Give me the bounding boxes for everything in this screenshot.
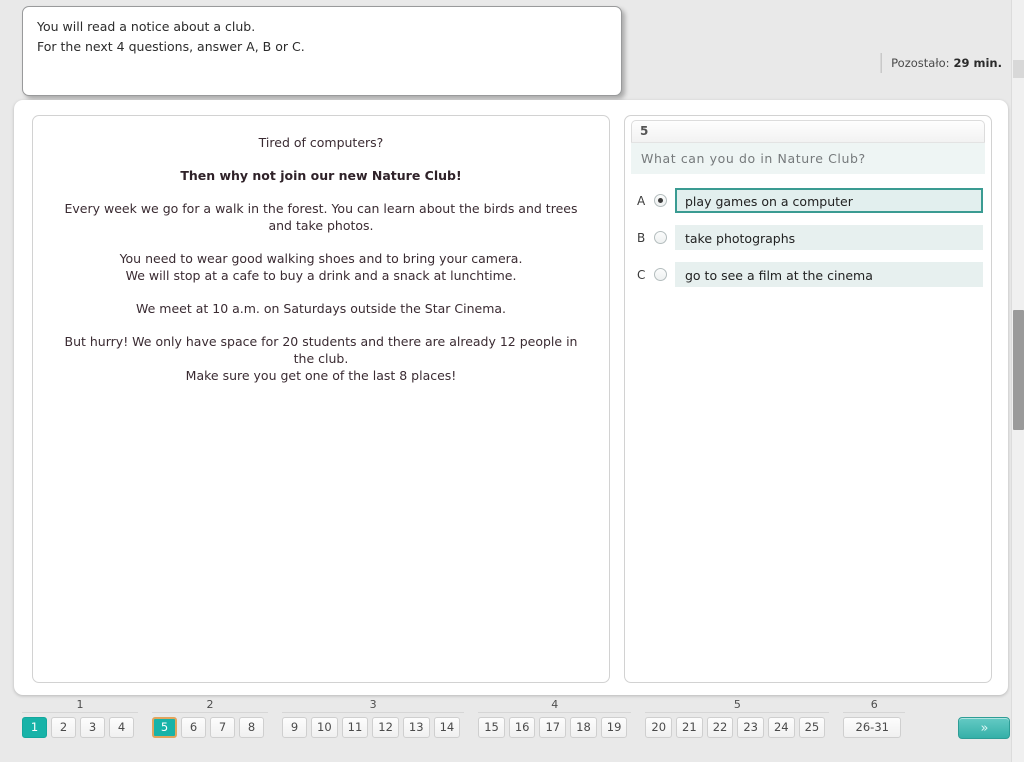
timer-divider — [880, 53, 883, 73]
passage-paragraph: Tired of computers? — [258, 135, 384, 150]
option-text[interactable]: play games on a computer — [675, 188, 983, 213]
question-navigation-bar: 1 1 2 3 4 2 5 6 7 8 3 9 10 11 12 13 14 4 15 16 17 18 19 5 20 21 22… — [0, 698, 1024, 762]
nav-question-button-8[interactable]: 8 — [239, 717, 264, 738]
nav-question-button-1[interactable]: 1 — [22, 717, 47, 738]
passage-paragraph: Every week we go for a walk in the fores… — [64, 201, 578, 233]
answer-option-c[interactable]: Cgo to see a film at the cinema — [631, 262, 983, 287]
option-letter: B — [637, 230, 646, 245]
timer-label: Pozostało: — [891, 56, 950, 70]
nav-question-button-5[interactable]: 5 — [152, 717, 177, 738]
nav-group-4: 4 15 16 17 18 19 — [478, 698, 632, 738]
option-letter: A — [637, 193, 646, 208]
timer: Pozostało: 29 min. — [880, 52, 1002, 74]
nav-group-buttons: 9 10 11 12 13 14 — [282, 717, 464, 738]
nav-group-label: 3 — [369, 698, 377, 711]
instruction-box: You will read a notice about a club. For… — [22, 6, 622, 96]
nav-groups: 1 1 2 3 4 2 5 6 7 8 3 9 10 11 12 13 14 4 15 16 17 18 19 5 20 21 22… — [22, 698, 919, 738]
nav-question-button-24[interactable]: 24 — [767, 717, 795, 738]
nav-group-1: 11234 — [22, 698, 138, 738]
nav-question-button-12[interactable]: 12 — [372, 717, 399, 738]
nav-question-button-7[interactable]: 7 — [210, 717, 235, 738]
instruction-line-1: You will read a notice about a club. — [37, 19, 256, 34]
question-panel: 5 What can you do in Nature Club? Aplay … — [624, 115, 992, 683]
nav-group-rule — [282, 712, 465, 713]
radio-button-icon[interactable] — [654, 194, 667, 207]
answer-option-b[interactable]: Btake photographs — [631, 225, 983, 250]
main-content-card: Tired of computers? Then why not join our… — [14, 100, 1008, 695]
question-number: 5 — [640, 124, 649, 138]
nav-question-button-20[interactable]: 20 — [645, 717, 673, 738]
reading-passage-panel: Tired of computers? Then why not join our… — [32, 115, 610, 683]
nav-question-button-23[interactable]: 23 — [737, 717, 764, 738]
nav-question-button-9[interactable]: 9 — [282, 717, 307, 738]
nav-question-button-16[interactable]: 16 — [508, 717, 536, 738]
nav-group-label: 5 — [733, 698, 741, 711]
nav-question-button-25[interactable]: 25 — [798, 717, 826, 738]
question-stem: What can you do in Nature Club? — [631, 142, 985, 174]
question-number-bar: 5 — [631, 120, 985, 142]
passage-paragraph: Then why not join our new Nature Club! — [180, 168, 462, 183]
nav-question-button-18[interactable]: 18 — [570, 717, 597, 738]
nav-group-6: 6 26-31 — [843, 698, 906, 738]
nav-question-button-17[interactable]: 17 — [539, 717, 567, 738]
instruction-line-2: For the next 4 questions, answer A, B or… — [37, 39, 305, 54]
scrollbar-track-marker — [1013, 60, 1024, 78]
nav-group-buttons: 26-31 — [843, 717, 905, 738]
nav-question-button-11[interactable]: 11 — [341, 717, 369, 738]
radio-button-icon[interactable] — [654, 268, 667, 281]
nav-group-rule — [478, 712, 632, 713]
nav-group-rule — [152, 712, 268, 713]
nav-question-button-2[interactable]: 2 — [51, 717, 76, 738]
radio-button-icon[interactable] — [654, 231, 667, 244]
nav-group-5: 5 20 21 22 23 24 25 — [645, 698, 830, 738]
double-chevron-right-icon: » — [980, 720, 989, 736]
nav-group-buttons: 20 21 22 23 24 25 — [645, 717, 829, 738]
nav-group-buttons: 5678 — [152, 717, 268, 738]
page-scrollbar[interactable] — [1011, 0, 1024, 762]
nav-question-button-19[interactable]: 19 — [600, 717, 628, 738]
nav-group-label: 6 — [870, 698, 878, 711]
option-text[interactable]: take photographs — [675, 225, 983, 250]
answer-option-a[interactable]: Aplay games on a computer — [631, 188, 983, 213]
nav-group-3: 3 9 10 11 12 13 14 — [282, 698, 465, 738]
passage-paragraph: But hurry! We only have space for 20 stu… — [64, 334, 578, 383]
nav-group-label: 2 — [206, 698, 214, 711]
next-button[interactable]: » — [958, 717, 1010, 739]
nav-question-button-14[interactable]: 14 — [433, 717, 461, 738]
passage-paragraph: You need to wear good walking shoes and … — [119, 251, 523, 283]
nav-group-rule — [22, 712, 138, 713]
nav-question-button-4[interactable]: 4 — [109, 717, 134, 738]
passage-paragraph: We meet at 10 a.m. on Saturdays outside … — [135, 301, 507, 316]
nav-question-button-22[interactable]: 22 — [706, 717, 734, 738]
nav-group-label: 1 — [76, 698, 84, 711]
nav-group-buttons: 1234 — [22, 717, 138, 738]
nav-question-button-6[interactable]: 6 — [181, 717, 206, 738]
nav-group-label: 4 — [551, 698, 559, 711]
scrollbar-thumb[interactable] — [1013, 310, 1024, 430]
nav-question-button-21[interactable]: 21 — [676, 717, 703, 738]
timer-value: 29 min. — [953, 56, 1003, 70]
nav-question-button-10[interactable]: 10 — [311, 717, 338, 738]
nav-question-button-13[interactable]: 13 — [402, 717, 430, 738]
nav-group-buttons: 15 16 17 18 19 — [478, 717, 631, 738]
nav-question-button-26-31[interactable]: 26-31 — [843, 717, 902, 738]
exam-page: You will read a notice about a club. For… — [0, 0, 1024, 762]
option-letter: C — [637, 267, 646, 282]
passage-body: Tired of computers? Then why not join our… — [55, 134, 587, 384]
answer-options-list: Aplay games on a computer Btake photograp… — [625, 188, 991, 287]
nav-group-rule — [645, 712, 830, 713]
nav-group-rule — [843, 712, 906, 713]
nav-question-button-15[interactable]: 15 — [478, 717, 505, 738]
option-text[interactable]: go to see a film at the cinema — [675, 262, 983, 287]
nav-question-button-3[interactable]: 3 — [80, 717, 105, 738]
nav-group-2: 2 5678 — [152, 698, 268, 738]
